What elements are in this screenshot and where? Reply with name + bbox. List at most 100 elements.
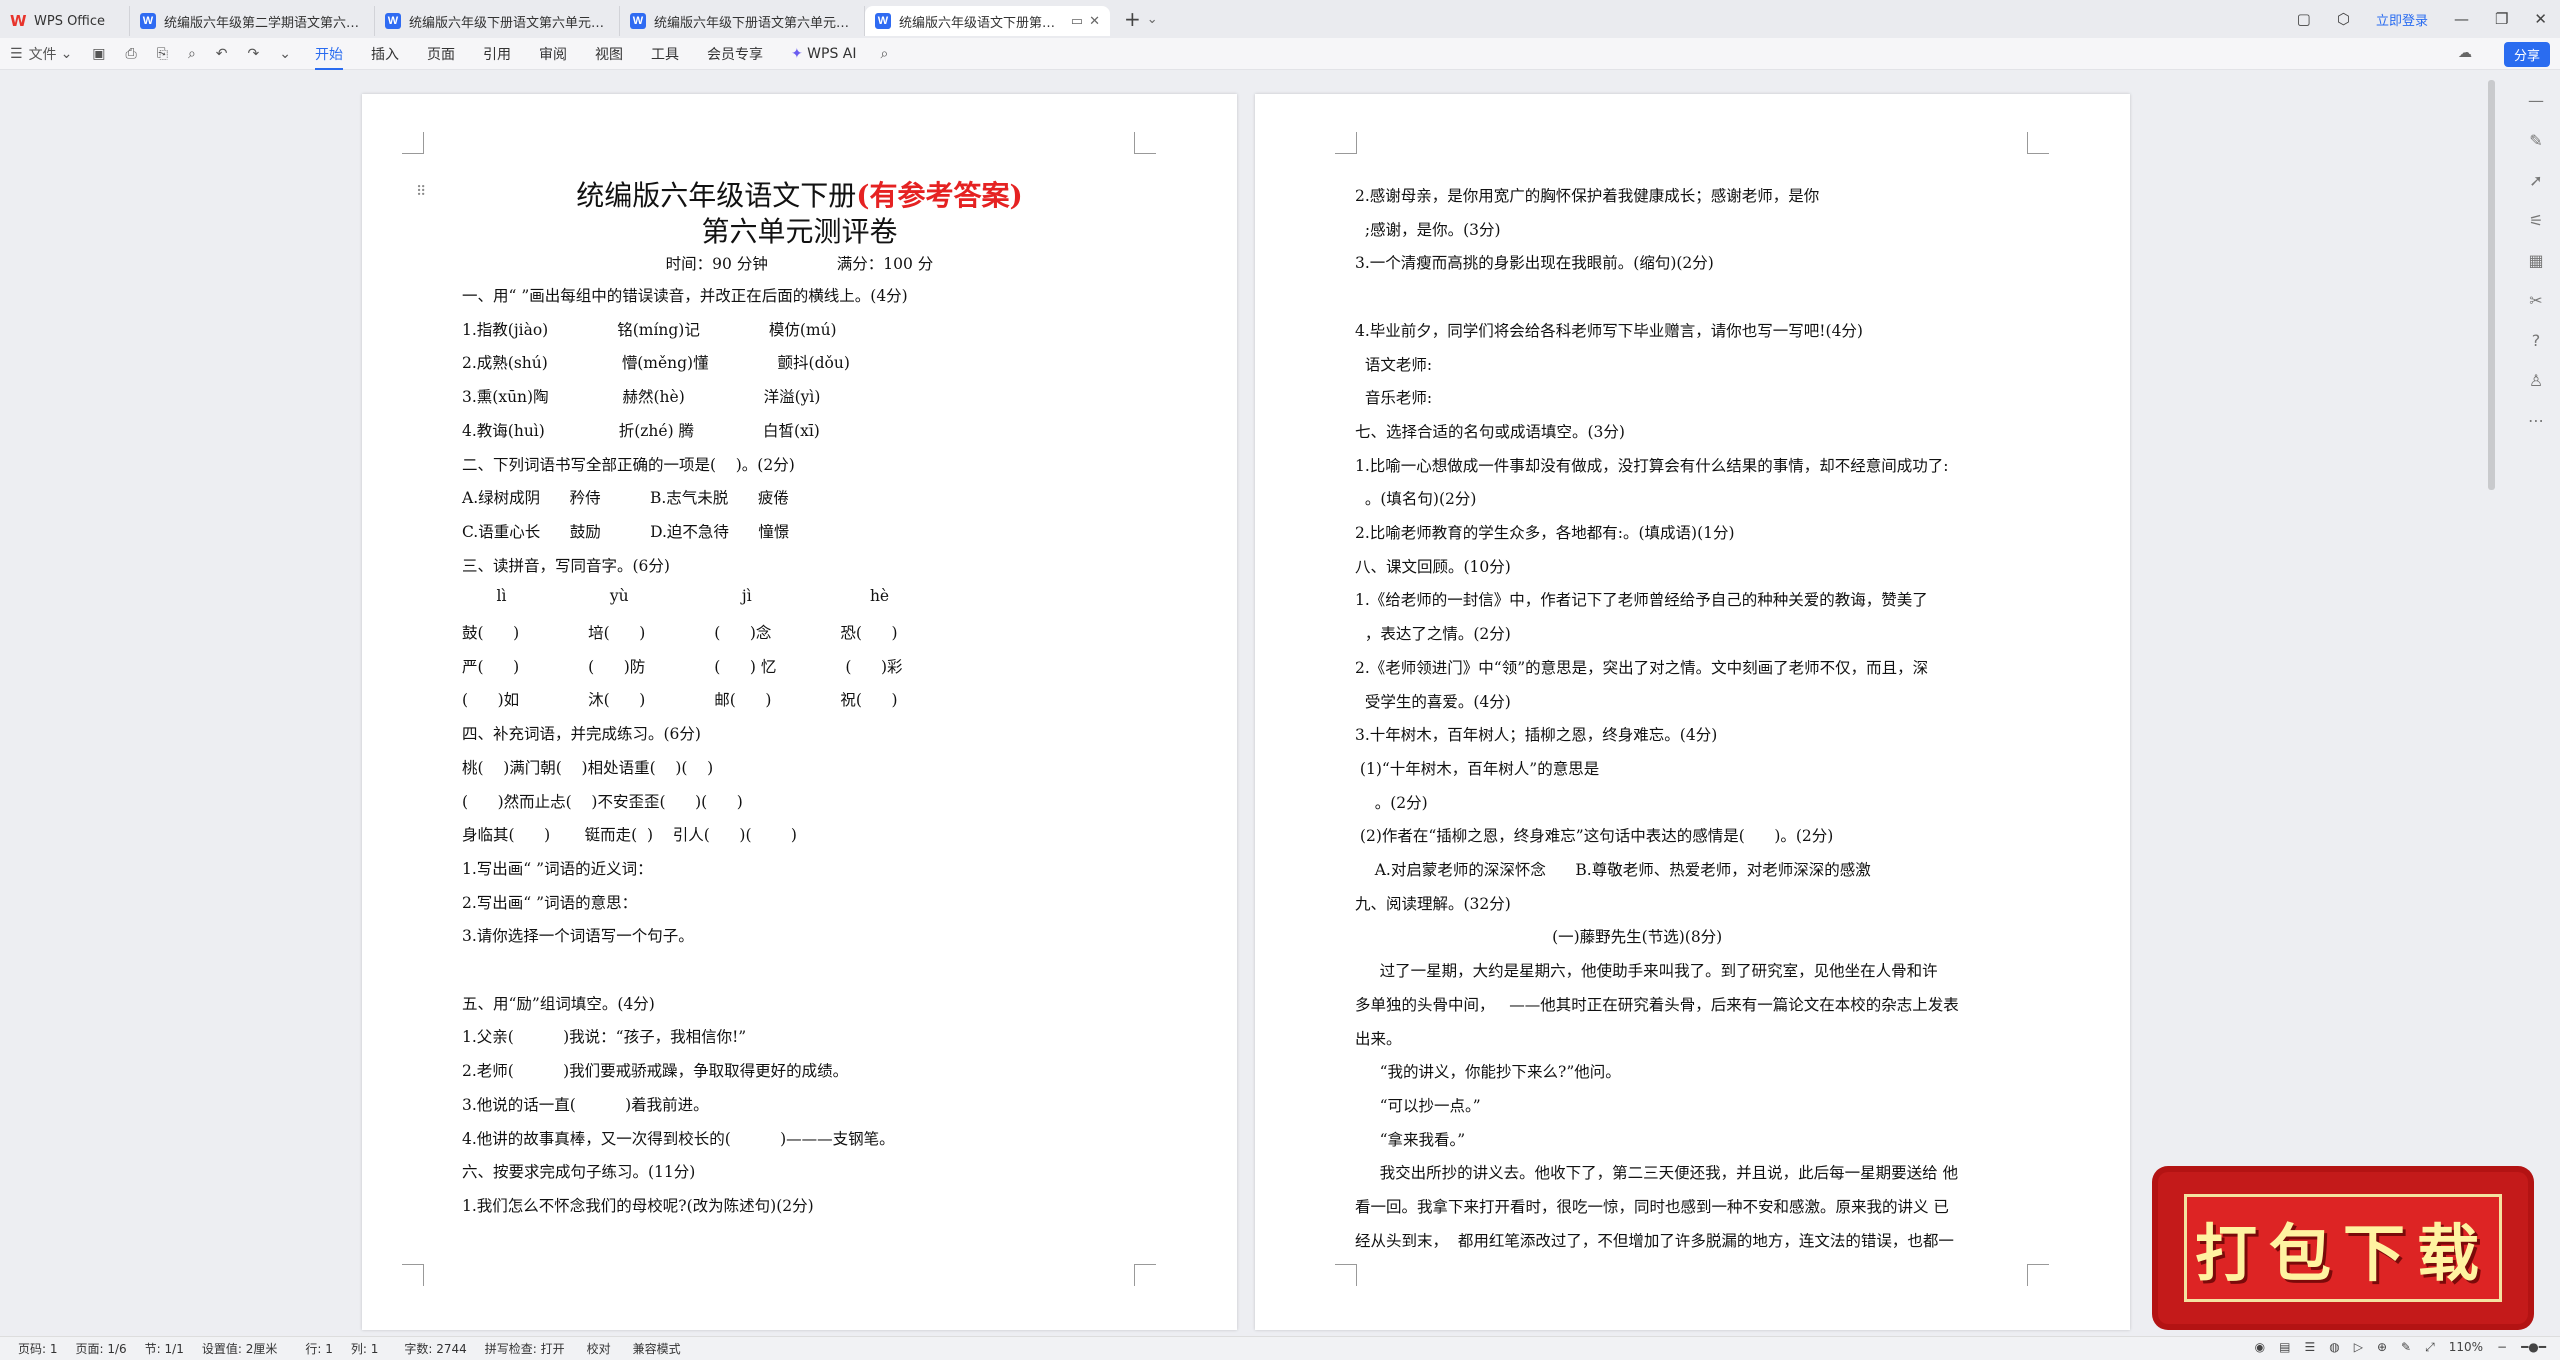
page-view-icon[interactable]: ▤ xyxy=(2279,1340,2290,1355)
status-col: 列: 1 xyxy=(350,1342,379,1356)
document-line: 鼓( ) 培( ) ( )念 恐( ) xyxy=(462,624,898,642)
document-line: 3.十年树木，百年树人；插柳之恩，终身难忘。(4分) xyxy=(1355,726,1718,745)
document-line: ;感谢，是你。(3分) xyxy=(1355,220,1501,239)
tab-wps-office[interactable]: W WPS Office xyxy=(0,6,130,36)
menu-member[interactable]: 会员专享 xyxy=(707,44,763,64)
chevron-down-icon[interactable]: ⌄ xyxy=(1147,12,1158,27)
menu-tools[interactable]: 工具 xyxy=(651,44,679,64)
login-link[interactable]: 立即登录 xyxy=(2376,10,2428,29)
zoom-slider[interactable]: ━●━ xyxy=(2521,1340,2546,1355)
document-line: ( )如 沐( ) 邮( ) 祝( ) xyxy=(462,691,898,710)
document-line: 1.写出画“ ”词语的近义词： xyxy=(462,859,653,878)
menu-review[interactable]: 审阅 xyxy=(539,44,567,64)
document-line: 音乐老师: xyxy=(1355,389,1433,408)
document-line: 过了一星期，大约是星期六，他使助手来叫我了。到了研究室，见他坐在人骨和许 xyxy=(1355,962,1938,981)
document-line: 2.写出画“ ”词语的意思： xyxy=(462,893,638,912)
cloud-icon[interactable]: ☁ xyxy=(2458,45,2472,61)
menu-page[interactable]: 页面 xyxy=(427,44,455,64)
redo-icon[interactable]: ↷ xyxy=(248,46,260,62)
play-icon[interactable]: ▷ xyxy=(2354,1340,2363,1355)
undo-icon[interactable]: ↶ xyxy=(216,46,228,62)
right-side-panel: — ✎ ➚ ⚟ ▦ ✂ ? ♙ ⋯ xyxy=(2512,70,2560,1340)
document-line: “我的讲义，你能抄下来么?”他问。 xyxy=(1355,1063,1621,1082)
tab-document-2[interactable]: W 统编版六年级下册语文第六单元达标 xyxy=(375,6,620,36)
collapse-icon[interactable]: — xyxy=(2528,91,2544,110)
document-line: 多单独的头骨中间， ——他其时正在研究着头骨，后来有一篇论文在本校的杂志上发表 xyxy=(1355,995,1959,1014)
tab-bar: W WPS Office W 统编版六年级第二学期语文第六单元 W 统编版六年级… xyxy=(0,0,2560,38)
tab-label: WPS Office xyxy=(34,13,106,29)
document-line: A.绿树成阴 矜侍 B.志气未脱 疲倦 xyxy=(462,489,789,508)
wps-logo-icon: W xyxy=(10,12,27,30)
shirt-icon[interactable]: ♙ xyxy=(2529,371,2543,390)
tab-label: 统编版六年级语文下册第六单 xyxy=(899,15,1065,31)
chevron-down-icon[interactable]: ⌄ xyxy=(61,46,73,62)
new-tab-plus-icon[interactable]: + xyxy=(1124,7,1141,31)
tab-label: 统编版六年级第二学期语文第六单元 xyxy=(164,15,364,31)
zoom-out-icon[interactable]: − xyxy=(2497,1340,2507,1355)
download-banner[interactable]: 打包下载 xyxy=(2158,1172,2528,1324)
tab-document-4-active[interactable]: W 统编版六年级语文下册第六单 ▭ ✕ xyxy=(865,6,1110,36)
document-line: 经从头到末， 都用红笔添改过了，不但增加了许多脱漏的地方，连文法的错误，也都一 xyxy=(1355,1231,1954,1250)
document-page-2[interactable]: 2.感谢母亲，是你用宽广的胸怀保护着我健康成长；感谢老师，是你 ;感谢，是你。(… xyxy=(1255,94,2130,1330)
adjust-icon[interactable]: ⚟ xyxy=(2529,211,2543,230)
image-icon[interactable]: ▦ xyxy=(2528,251,2543,270)
export-icon[interactable]: ⎙ xyxy=(126,46,137,62)
more-dots-icon[interactable]: ⋯ xyxy=(2528,411,2544,430)
tools-icon[interactable]: ✂ xyxy=(2529,291,2542,310)
menu-insert[interactable]: 插入 xyxy=(371,44,399,64)
status-pages[interactable]: 页面: 1/6 xyxy=(76,1340,127,1357)
document-line: 1.指教(jiào) 铭(míng)记 模仿(mú) xyxy=(462,320,837,339)
hamburger-menu-icon[interactable]: ☰ xyxy=(10,46,23,62)
help-icon[interactable]: ? xyxy=(2532,331,2541,350)
document-line: (1)“十年树木，百年树人”的意思是 xyxy=(1355,759,1600,778)
more-icon[interactable]: ⌄ xyxy=(279,46,291,62)
status-proof[interactable]: 校对 xyxy=(587,1340,611,1357)
share-label: 分享 xyxy=(2513,49,2540,64)
select-cursor-icon[interactable]: ➚ xyxy=(2529,171,2542,190)
tab-document-3[interactable]: W 统编版六年级下册语文第六单元综合 xyxy=(620,6,865,36)
document-line: 五、用“励”组词填空。(4分) xyxy=(462,994,655,1013)
pen-icon[interactable]: ✎ xyxy=(2529,131,2542,150)
document-line: 3.熏(xūn)陶 赫然(hè) 洋溢(yì) xyxy=(462,388,821,407)
edit-icon[interactable]: ✎ xyxy=(2401,1340,2411,1355)
status-spellcheck[interactable]: 拼写检查: 打开 xyxy=(485,1340,565,1357)
status-words[interactable]: 字数: 2744 xyxy=(404,1340,466,1357)
close-window-icon[interactable]: ✕ xyxy=(2534,10,2547,28)
preview-icon[interactable]: ⌕ xyxy=(188,46,196,62)
document-line: 2.《老师领进门》中“领”的意思是，突出了对之情。文中刻画了老师不仅，而且，深 xyxy=(1355,658,1929,677)
menu-home[interactable]: 开始 xyxy=(314,38,343,70)
document-line: 。(填名句)(2分) xyxy=(1355,490,1477,509)
close-icon[interactable]: ✕ xyxy=(1089,14,1100,29)
restore-icon[interactable]: ❐ xyxy=(2495,10,2508,28)
share-button[interactable]: 分享 xyxy=(2503,42,2550,67)
document-line: 七、选择合适的名句或成语填空。(3分) xyxy=(1355,422,1625,441)
layout-icon[interactable]: ▢ xyxy=(2297,10,2311,28)
tab-document-1[interactable]: W 统编版六年级第二学期语文第六单元 xyxy=(130,6,375,36)
document-line: 1.我们怎么不怀念我们的母校呢?(改为陈述句)(2分) xyxy=(462,1196,814,1215)
fit-icon[interactable]: ⤢ xyxy=(2425,1340,2435,1355)
eye-icon[interactable]: ◉ xyxy=(2255,1340,2265,1355)
monitor-icon[interactable]: ▭ xyxy=(1071,14,1083,29)
status-page: 页码: 1 xyxy=(18,1342,58,1356)
print-icon[interactable]: ⎘ xyxy=(157,46,168,62)
menu-reference[interactable]: 引用 xyxy=(483,44,511,64)
wps-ai-button[interactable]: ✦ WPS AI xyxy=(791,46,857,62)
banner-frame: 打包下载 xyxy=(2184,1194,2502,1302)
cube-icon[interactable]: ⬡ xyxy=(2337,10,2350,28)
globe-icon[interactable]: ⊕ xyxy=(2377,1340,2387,1355)
save-icon[interactable]: ▣ xyxy=(92,46,105,62)
ai-label: WPS AI xyxy=(807,45,857,62)
zoom-level[interactable]: 110% xyxy=(2449,1340,2483,1355)
search-icon[interactable]: ⌕ xyxy=(881,46,889,62)
vertical-scrollbar[interactable] xyxy=(2488,80,2495,490)
list-view-icon[interactable]: ☰ xyxy=(2304,1340,2315,1355)
ribbon-toolbar: ☰ 文件 ⌄ ▣ ⎙ ⎘ ⌕ ↶ ↷ ⌄ 开始 插入 页面 引用 审阅 视图 工… xyxy=(0,38,2560,70)
margin-corner-mark xyxy=(1335,1264,1357,1286)
document-page-1[interactable]: ⠿ 统编版六年级语文下册(有参考答案) 第六单元测评卷 时间：90 分钟 满分：… xyxy=(362,94,1237,1330)
file-menu[interactable]: 文件 xyxy=(29,44,57,64)
document-line: 3.一个清瘦而高挑的身影出现在我眼前。(缩句)(2分) xyxy=(1355,254,1714,273)
minimize-icon[interactable]: — xyxy=(2454,10,2469,28)
web-view-icon[interactable]: ◍ xyxy=(2329,1340,2339,1355)
menu-view[interactable]: 视图 xyxy=(595,44,623,64)
document-line: 身临其( ) 铤而走( ) 引人( )( ) xyxy=(462,826,797,845)
